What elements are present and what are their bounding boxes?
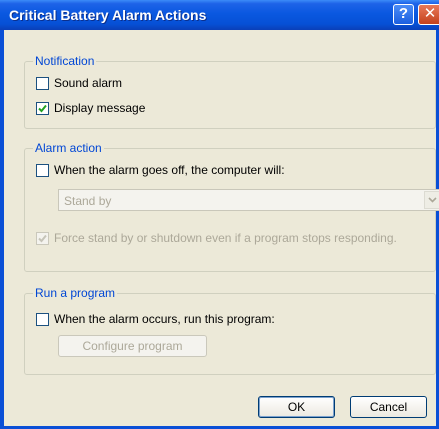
when-alarm-goes-off-checkbox[interactable]: When the alarm goes off, the computer wi…	[36, 163, 285, 177]
run-program-group-label: Run a program	[33, 286, 118, 300]
cancel-button[interactable]: Cancel	[350, 396, 427, 418]
display-message-label: Display message	[54, 101, 146, 115]
configure-program-button[interactable]: Configure program	[58, 335, 207, 357]
when-alarm-goes-off-box[interactable]	[36, 163, 49, 177]
help-icon: ?	[398, 5, 409, 22]
alarm-action-group: Alarm action When the alarm goes off, th…	[24, 141, 439, 272]
action-select[interactable]: Stand by	[58, 189, 439, 211]
close-button[interactable]: ✕	[418, 4, 439, 25]
display-message-checkbox[interactable]: Display message	[36, 101, 145, 115]
ok-button[interactable]: OK	[258, 396, 335, 418]
force-standby-label: Force stand by or shutdown even if a pro…	[54, 231, 397, 245]
notification-group: Notification Sound alarm Display message	[24, 54, 436, 129]
action-select-value: Stand by	[64, 194, 112, 208]
run-program-group: Run a program When the alarm occurs, run…	[24, 286, 436, 375]
checkmark-icon	[38, 104, 47, 112]
help-button[interactable]: ?	[393, 4, 414, 25]
when-alarm-occurs-checkbox[interactable]: When the alarm occurs, run this program:	[36, 312, 275, 326]
checkmark-icon	[38, 234, 47, 242]
notification-group-label: Notification	[33, 54, 97, 68]
window-title: Critical Battery Alarm Actions	[9, 7, 207, 23]
chevron-down-icon[interactable]	[424, 191, 439, 209]
dialog-window: Critical Battery Alarm Actions ? ✕ Notif…	[0, 0, 439, 429]
sound-alarm-box[interactable]	[36, 76, 49, 90]
title-bar[interactable]: Critical Battery Alarm Actions ? ✕	[0, 0, 439, 30]
sound-alarm-checkbox[interactable]: Sound alarm	[36, 76, 122, 90]
sound-alarm-label: Sound alarm	[54, 76, 123, 90]
alarm-action-group-label: Alarm action	[33, 141, 104, 155]
force-standby-checkbox[interactable]: Force stand by or shutdown even if a pro…	[36, 231, 397, 245]
when-alarm-occurs-label: When the alarm occurs, run this program:	[54, 312, 275, 326]
when-alarm-goes-off-label: When the alarm goes off, the computer wi…	[54, 163, 285, 177]
close-icon: ✕	[423, 5, 437, 22]
display-message-box[interactable]	[36, 101, 49, 115]
when-alarm-occurs-box[interactable]	[36, 312, 49, 326]
force-standby-box[interactable]	[36, 231, 49, 245]
